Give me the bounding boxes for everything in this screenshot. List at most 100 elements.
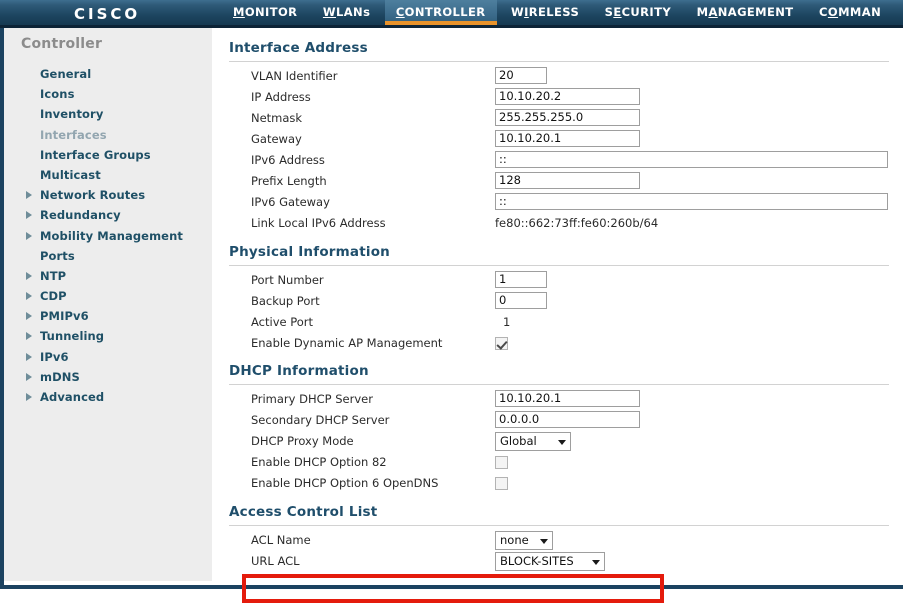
enable-dhcp-option-82-checkbox[interactable]: [495, 455, 508, 469]
active-port-label: Active Port: [251, 315, 314, 329]
active-port-value: 1: [503, 315, 511, 329]
nav-item-management[interactable]: MANAGEMENT: [686, 0, 805, 28]
prefix-length-label: Prefix Length: [251, 174, 327, 188]
nav-item-wireless[interactable]: WIRELESS: [500, 0, 590, 28]
chevron-right-icon: [26, 191, 32, 200]
sidebar-item-multicast[interactable]: Multicast: [4, 165, 212, 185]
nav-item-wlans[interactable]: WLANs: [312, 0, 381, 28]
row-ipv6-address: IPv6 Address: [251, 150, 891, 171]
sidebar-item-label: Advanced: [40, 390, 105, 404]
sidebar-item-interfaces[interactable]: Interfaces: [4, 125, 212, 145]
acl-name-label: ACL Name: [251, 533, 311, 547]
chevron-down-icon: [540, 539, 548, 544]
sidebar-item-label: Multicast: [40, 167, 101, 182]
ipv6-gateway-label: IPv6 Gateway: [251, 195, 330, 209]
ipv6-address-input[interactable]: [495, 151, 888, 168]
url-acl-value: BLOCK-SITES: [500, 554, 574, 568]
chevron-right-icon: [26, 312, 32, 321]
sidebar-item-advanced[interactable]: Advanced: [4, 387, 212, 407]
vlan-identifier-label: VLAN Identifier: [251, 69, 338, 83]
sidebar-item-network-routes[interactable]: Network Routes: [4, 185, 212, 205]
sidebar-item-mdns[interactable]: mDNS: [4, 367, 212, 387]
sidebar-item-label: Inventory: [40, 107, 104, 122]
sidebar-item-label: Interfaces: [40, 127, 107, 142]
row-prefix-length: Prefix Length: [251, 171, 891, 192]
section-divider: [229, 525, 889, 526]
row-secondary-dhcp-server: Secondary DHCP Server: [251, 410, 891, 431]
row-enable-dynamic-ap-management: Enable Dynamic AP Management: [251, 333, 891, 354]
nav-item-commands[interactable]: COMMAN: [808, 0, 892, 28]
primary-dhcp-server-label: Primary DHCP Server: [251, 392, 373, 406]
chevron-right-icon: [26, 292, 32, 301]
sidebar-item-ntp[interactable]: NTP: [4, 266, 212, 286]
sidebar-item-ports[interactable]: Ports: [4, 246, 212, 266]
ipv6-address-label: IPv6 Address: [251, 153, 325, 167]
section-header-access-control-list: Access Control List: [229, 504, 378, 520]
page-frame: Controller General Icons Inventory Inter…: [0, 28, 903, 603]
backup-port-input[interactable]: [495, 292, 547, 309]
sidebar-item-label: Icons: [40, 87, 75, 102]
row-enable-dhcp-option-82: Enable DHCP Option 82: [251, 452, 891, 473]
acl-name-select[interactable]: none: [495, 531, 553, 550]
sidebar-item-icons[interactable]: Icons: [4, 84, 212, 104]
row-enable-dhcp-option-6-opendns: Enable DHCP Option 6 OpenDNS: [251, 473, 891, 494]
prefix-length-input[interactable]: [495, 172, 640, 189]
sidebar-item-mobility-management[interactable]: Mobility Management: [4, 226, 212, 246]
sidebar-item-general[interactable]: General: [4, 64, 212, 84]
link-local-ipv6-value: fe80::662:73ff:fe60:260b/64: [495, 216, 659, 230]
enable-dynamic-ap-management-checkbox[interactable]: [495, 336, 508, 350]
netmask-input[interactable]: [495, 109, 640, 126]
nav-item-security[interactable]: SECURITY: [594, 0, 682, 28]
ip-address-input[interactable]: [495, 88, 640, 105]
sidebar-item-label: Network Routes: [40, 188, 146, 203]
row-link-local-ipv6: Link Local IPv6 Address fe80::662:73ff:f…: [251, 213, 891, 234]
sidebar: Controller General Icons Inventory Inter…: [4, 28, 212, 581]
sidebar-nav-list: General Icons Inventory Interfaces Inter…: [4, 64, 212, 407]
row-primary-dhcp-server: Primary DHCP Server: [251, 389, 891, 410]
sidebar-item-label: NTP: [40, 268, 67, 283]
sidebar-item-cdp[interactable]: CDP: [4, 286, 212, 306]
ip-address-label: IP Address: [251, 90, 311, 104]
sidebar-item-interface-groups[interactable]: Interface Groups: [4, 145, 212, 165]
main-content: Interface Address VLAN Identifier IP Add…: [212, 28, 903, 581]
cisco-logo: CISCO: [74, 5, 141, 23]
sidebar-item-pmipv6[interactable]: PMIPv6: [4, 306, 212, 326]
primary-dhcp-server-input[interactable]: [495, 390, 640, 407]
sidebar-item-inventory[interactable]: Inventory: [4, 104, 212, 124]
row-backup-port: Backup Port: [251, 291, 891, 312]
vlan-identifier-input[interactable]: [495, 67, 547, 84]
dhcp-proxy-mode-value: Global: [500, 434, 537, 448]
sidebar-item-label: Mobility Management: [40, 228, 183, 243]
row-active-port: Active Port 1: [251, 312, 891, 333]
nav-item-monitor[interactable]: MONITOR: [222, 0, 308, 28]
gateway-label: Gateway: [251, 132, 302, 146]
sidebar-item-label: mDNS: [40, 369, 80, 384]
top-nav-items: MONITOR WLANs CONTROLLER WIRELESS SECURI…: [222, 0, 892, 28]
chevron-down-icon: [558, 440, 566, 445]
backup-port-label: Backup Port: [251, 294, 320, 308]
enable-dhcp-option-6-opendns-checkbox[interactable]: [495, 476, 508, 490]
secondary-dhcp-server-label: Secondary DHCP Server: [251, 413, 390, 427]
secondary-dhcp-server-input[interactable]: [495, 411, 640, 428]
chevron-right-icon: [26, 393, 32, 401]
gateway-input[interactable]: [495, 130, 640, 147]
chevron-down-icon: [592, 560, 600, 565]
sidebar-item-label: Interface Groups: [40, 147, 151, 162]
chevron-right-icon: [26, 352, 32, 361]
sidebar-item-ipv6[interactable]: IPv6: [4, 347, 212, 367]
acl-name-value: none: [500, 533, 529, 547]
row-ip-address: IP Address: [251, 87, 891, 108]
url-acl-select[interactable]: BLOCK-SITES: [495, 552, 605, 571]
sidebar-item-redundancy[interactable]: Redundancy: [4, 205, 212, 225]
nav-item-controller[interactable]: CONTROLLER: [384, 0, 497, 28]
dhcp-proxy-mode-label: DHCP Proxy Mode: [251, 434, 354, 448]
ipv6-gateway-input[interactable]: [495, 193, 888, 210]
sidebar-item-tunneling[interactable]: Tunneling: [4, 326, 212, 346]
section-header-physical-information: Physical Information: [229, 244, 390, 260]
sidebar-item-label: General: [40, 67, 92, 81]
enable-dhcp-option-6-opendns-label: Enable DHCP Option 6 OpenDNS: [251, 476, 439, 490]
dhcp-proxy-mode-select[interactable]: Global: [495, 432, 571, 451]
row-dhcp-proxy-mode: DHCP Proxy Mode Global: [251, 431, 891, 452]
port-number-input[interactable]: [495, 271, 547, 288]
row-vlan-identifier: VLAN Identifier: [251, 66, 891, 87]
